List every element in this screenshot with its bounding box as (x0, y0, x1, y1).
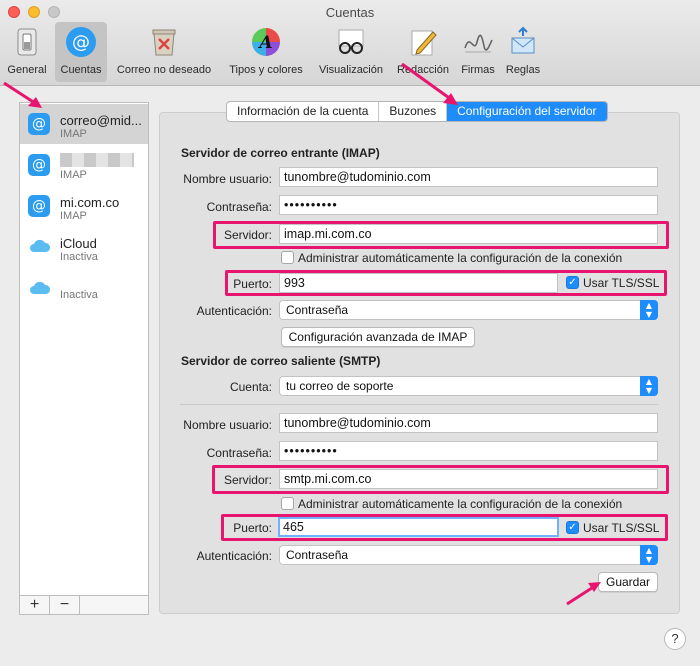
rules-envelope-icon (511, 26, 535, 54)
annotation-arrow-icon (3, 81, 42, 108)
incoming-password-label: Contraseña: (206, 200, 272, 214)
incoming-tls-label: Usar TLS/SSL (583, 276, 660, 290)
incoming-auth-label: Autenticación: (196, 304, 272, 318)
incoming-password-field[interactable]: •••••••••• (279, 195, 658, 215)
at-sign-icon: @ (28, 195, 50, 217)
outgoing-username-label: Nombre usuario: (183, 418, 272, 432)
glasses-icon (338, 29, 364, 54)
toolbar-cuentas[interactable]: @ Cuentas (55, 22, 107, 82)
outgoing-auto-config-label: Administrar automáticamente la configura… (298, 497, 623, 511)
outgoing-port-label: Puerto: (233, 521, 272, 535)
save-button[interactable]: Guardar (598, 572, 658, 592)
incoming-port-label: Puerto: (233, 277, 272, 291)
outgoing-server-label: Servidor: (223, 473, 272, 487)
incoming-tls-checkbox[interactable]: ✓ (566, 276, 579, 289)
help-button[interactable]: ? (664, 628, 686, 650)
toolbar-rules[interactable]: Reglas (502, 22, 544, 82)
incoming-auth-select[interactable]: Contraseña ▲ ▼ (279, 300, 658, 320)
outgoing-tls-label: Usar TLS/SSL (583, 521, 660, 535)
incoming-server-field[interactable]: imap.mi.com.co (279, 224, 658, 244)
color-wheel-icon: A (252, 28, 280, 56)
incoming-auto-config-checkbox[interactable] (281, 251, 294, 264)
annotation-arrow-icon (401, 62, 458, 105)
icloud-icon (30, 239, 51, 252)
pencil-icon (411, 30, 437, 56)
toolbar-fonts-colors[interactable]: A Tipos y colores (222, 22, 310, 82)
outgoing-tls-checkbox[interactable]: ✓ (566, 521, 579, 534)
toolbar-general[interactable]: General (4, 22, 50, 82)
chevron-updown-icon: ▲ ▼ (640, 545, 658, 565)
outgoing-auto-config-checkbox[interactable] (281, 497, 294, 510)
incoming-auto-config-label: Administrar automáticamente la configura… (298, 251, 623, 265)
icloud-icon (30, 281, 51, 294)
incoming-server-label: Servidor: (223, 228, 272, 242)
outgoing-section-title: Servidor de correo saliente (SMTP) (181, 354, 381, 368)
toolbar: Cuentas General @ Cuentas Correo no dese… (0, 0, 700, 86)
incoming-section-title: Servidor de correo entrante (IMAP) (181, 146, 380, 160)
outgoing-password-label: Contraseña: (206, 446, 272, 460)
switch-icon (17, 28, 37, 56)
outgoing-account-label: Cuenta: (229, 380, 272, 394)
svg-text:A: A (257, 33, 272, 53)
account-item[interactable]: Inactiva (20, 269, 148, 309)
account-item[interactable]: @ mi.com.co IMAP (20, 186, 148, 226)
outgoing-username-field[interactable]: tunombre@tudominio.com (279, 413, 658, 433)
outgoing-port-field[interactable]: 465 (278, 517, 559, 537)
section-divider (180, 404, 658, 405)
window-title: Cuentas (325, 5, 375, 20)
redacted-account-name (60, 153, 134, 167)
outgoing-auth-label: Autenticación: (196, 549, 272, 563)
annotation-arrow-icon (566, 582, 601, 606)
incoming-username-label: Nombre usuario: (183, 172, 272, 186)
add-account-button[interactable]: + (20, 596, 50, 614)
advanced-imap-button[interactable]: Configuración avanzada de IMAP (281, 327, 475, 347)
outgoing-password-field[interactable]: •••••••••• (279, 441, 658, 461)
outgoing-account-select[interactable]: tu correo de soporte ▲ ▼ (279, 376, 658, 396)
trash-bin-icon (152, 29, 176, 56)
outgoing-auth-select[interactable]: Contraseña ▲ ▼ (279, 545, 658, 565)
account-item[interactable]: iCloud Inactiva (20, 227, 148, 267)
incoming-port-field[interactable]: 993 (279, 273, 558, 293)
svg-text:@: @ (72, 32, 90, 53)
tab-server-settings[interactable]: Configuración del servidor (447, 102, 607, 121)
preferences-window: Cuentas General @ Cuentas Correo no dese… (0, 0, 700, 666)
account-item[interactable]: @ IMAP (20, 145, 148, 185)
remove-account-button[interactable]: − (50, 596, 80, 614)
chevron-updown-icon: ▲ ▼ (640, 376, 658, 396)
at-sign-icon: @ (66, 27, 96, 57)
accounts-list-footer: + − (19, 595, 149, 615)
at-sign-icon: @ (28, 113, 50, 135)
at-sign-icon: @ (28, 154, 50, 176)
tab-account-info[interactable]: Información de la cuenta (227, 102, 380, 121)
outgoing-server-field[interactable]: smtp.mi.com.co (279, 469, 658, 489)
signature-icon (464, 34, 493, 53)
incoming-username-field[interactable]: tunombre@tudominio.com (279, 167, 658, 187)
toolbar-junk-mail[interactable]: Correo no deseado (112, 22, 216, 82)
accounts-list: @ correo@mid... IMAP @ IMAP @ mi.com.co … (19, 102, 149, 614)
toolbar-viewing[interactable]: Visualización (313, 22, 389, 82)
chevron-updown-icon: ▲ ▼ (640, 300, 658, 320)
